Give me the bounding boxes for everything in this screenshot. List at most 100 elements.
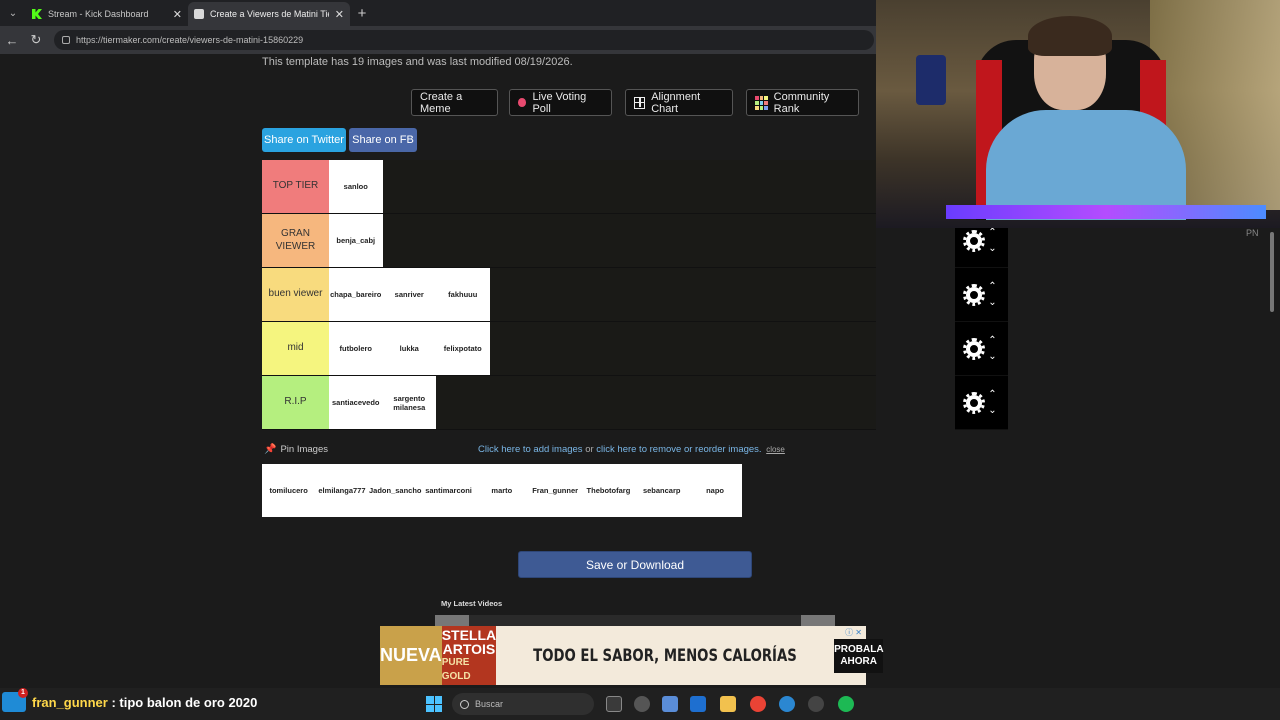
- save-download-button[interactable]: Save or Download: [518, 551, 752, 578]
- grid-icon: [634, 96, 646, 109]
- pn-badge: PN: [1246, 228, 1259, 238]
- tier-items: chapa_bareiro sanriver fakhuuu: [329, 268, 490, 321]
- site-info-icon[interactable]: [62, 36, 70, 44]
- brand-line2: ARTOIS: [442, 640, 496, 657]
- chevron-up-icon[interactable]: ⌃: [988, 281, 996, 291]
- pool-item[interactable]: Thebotofarg: [581, 464, 636, 517]
- gear-icon[interactable]: [963, 229, 986, 252]
- latest-videos-heading: My Latest Videos: [441, 599, 503, 608]
- task-view-icon[interactable]: [606, 696, 622, 712]
- ad-nueva: NUEVA: [380, 626, 442, 685]
- taskbar-search[interactable]: Buscar: [452, 693, 594, 715]
- url-field[interactable]: https://tiermaker.com/create/viewers-de-…: [54, 30, 874, 50]
- tier-items: futbolero lukka felixpotato: [329, 322, 490, 375]
- gear-icon[interactable]: [963, 283, 986, 306]
- tier-label[interactable]: GRAN VIEWER: [262, 214, 329, 267]
- tier-arrows: ⌃ ⌄: [988, 335, 996, 361]
- create-meme-button[interactable]: Create a Meme: [411, 89, 498, 116]
- store-icon[interactable]: [690, 696, 706, 712]
- close-icon[interactable]: ✕: [173, 8, 182, 21]
- pool-item[interactable]: sebancarp: [635, 464, 689, 517]
- ad-choices-icon[interactable]: ⓘ ✕: [845, 627, 862, 638]
- remove-reorder-link[interactable]: click here to remove or reorder images.: [596, 444, 761, 455]
- share-fb-button[interactable]: Share on FB: [349, 128, 417, 152]
- url-text: https://tiermaker.com/create/viewers-de-…: [76, 35, 304, 45]
- windows-start-icon[interactable]: [426, 696, 442, 712]
- tier-controls: ⌃ ⌄: [955, 268, 1008, 322]
- tier-label[interactable]: R.I.P: [262, 376, 329, 429]
- chevron-up-icon[interactable]: ⌃: [988, 389, 996, 399]
- ad-banner[interactable]: NUEVA STELLA ARTOIS PURE GOLD TODO EL SA…: [380, 626, 884, 685]
- pool-item[interactable]: elmilanga777: [315, 464, 369, 517]
- pin-images-toggle[interactable]: 📌 Pin Images: [264, 444, 328, 455]
- steam-icon[interactable]: [634, 696, 650, 712]
- chevron-down-icon[interactable]: ⌄: [988, 243, 996, 253]
- pool-item[interactable]: napo: [688, 464, 742, 517]
- tier-item[interactable]: sanriver: [382, 268, 436, 321]
- tier-controls: ⌃ ⌄: [955, 322, 1008, 376]
- search-placeholder: Buscar: [475, 699, 504, 709]
- community-rank-button[interactable]: Community Rank: [746, 89, 859, 116]
- alignment-chart-button[interactable]: Alignment Chart: [625, 89, 733, 116]
- chevron-down-icon[interactable]: ⌄: [988, 405, 996, 415]
- gear-icon[interactable]: [963, 337, 986, 360]
- tier-label[interactable]: mid: [262, 322, 329, 375]
- pool-item[interactable]: Fran_gunner: [528, 464, 582, 517]
- pool-item[interactable]: tomilucero: [262, 464, 316, 517]
- tier-item[interactable]: sanloo: [329, 160, 383, 213]
- reload-icon[interactable]: ↻: [24, 28, 48, 52]
- brand-line3: PURE GOLD: [441, 656, 471, 682]
- ad-cta-button[interactable]: PROBALA AHORA: [834, 638, 884, 673]
- tier-row: R.I.P santiacevedo sargento milanesa: [262, 376, 876, 430]
- back-arrow-icon[interactable]: ←: [0, 28, 24, 52]
- close-icon[interactable]: ✕: [335, 8, 344, 21]
- tier-label[interactable]: buen viewer: [262, 268, 329, 321]
- template-info: This template has 19 images and was last…: [262, 56, 573, 68]
- share-twitter-button[interactable]: Share on Twitter: [262, 128, 346, 152]
- chrome-icon[interactable]: [750, 696, 766, 712]
- tab-tiermaker[interactable]: Create a Viewers de Matini Tier List ✕: [188, 2, 350, 26]
- app-icon[interactable]: [808, 696, 824, 712]
- video-strip[interactable]: [435, 615, 835, 626]
- chevron-up-icon[interactable]: ⌃: [988, 335, 996, 345]
- tier-items: sanloo: [329, 160, 383, 213]
- tier-item[interactable]: fakhuuu: [436, 268, 490, 321]
- tier-label[interactable]: TOP TIER: [262, 160, 329, 213]
- chevron-up-icon[interactable]: ⌃: [988, 227, 996, 237]
- tier-items: benja_cabj: [329, 214, 383, 267]
- tab-search-chevron-icon[interactable]: ⌄: [0, 0, 26, 26]
- tier-row: buen viewer chapa_bareiro sanriver fakhu…: [262, 268, 876, 322]
- button-label: Alignment Chart: [651, 90, 701, 115]
- pool-item[interactable]: marto: [475, 464, 529, 517]
- live-voting-poll-button[interactable]: Live Voting Poll: [509, 89, 612, 116]
- tier-item[interactable]: santiacevedo: [329, 376, 383, 429]
- spotify-icon[interactable]: [838, 696, 854, 712]
- tier-row: GRAN VIEWER benja_cabj: [262, 214, 876, 268]
- tab-kick-dashboard[interactable]: Stream - Kick Dashboard ✕: [26, 2, 188, 26]
- ad-area: NUEVA STELLA ARTOIS PURE GOLD TODO EL SA…: [0, 626, 1280, 688]
- scrollbar-thumb[interactable]: [1270, 232, 1274, 312]
- tier-item[interactable]: chapa_bareiro: [329, 268, 383, 321]
- chevron-down-icon[interactable]: ⌄: [988, 297, 996, 307]
- record-dot-icon: [518, 98, 527, 107]
- tier-item[interactable]: sargento milanesa: [382, 376, 436, 429]
- pool-item[interactable]: Jadon_sancho: [368, 464, 422, 517]
- folder-icon[interactable]: [720, 696, 736, 712]
- add-images-link[interactable]: Click here to add images: [478, 444, 583, 455]
- gear-icon[interactable]: [963, 391, 986, 414]
- tier-item[interactable]: benja_cabj: [329, 214, 383, 267]
- address-bar: ← ↻ https://tiermaker.com/create/viewers…: [0, 26, 876, 54]
- tier-item[interactable]: lukka: [382, 322, 436, 375]
- app-icon[interactable]: [662, 696, 678, 712]
- rgb-keyboard: [946, 205, 1266, 219]
- pool-item[interactable]: santimarconi: [421, 464, 476, 517]
- page-scrollbar[interactable]: [1268, 228, 1276, 668]
- chat-message: fran_gunner : tipo balon de oro 2020: [2, 688, 257, 712]
- tier-list: TOP TIER sanloo GRAN VIEWER benja_cabj b…: [262, 160, 876, 430]
- new-tab-plus-icon[interactable]: +: [350, 2, 374, 26]
- close-link[interactable]: close: [766, 445, 785, 454]
- edge-icon[interactable]: [779, 696, 795, 712]
- tier-item[interactable]: futbolero: [329, 322, 383, 375]
- chevron-down-icon[interactable]: ⌄: [988, 351, 996, 361]
- tier-item[interactable]: felixpotato: [436, 322, 490, 375]
